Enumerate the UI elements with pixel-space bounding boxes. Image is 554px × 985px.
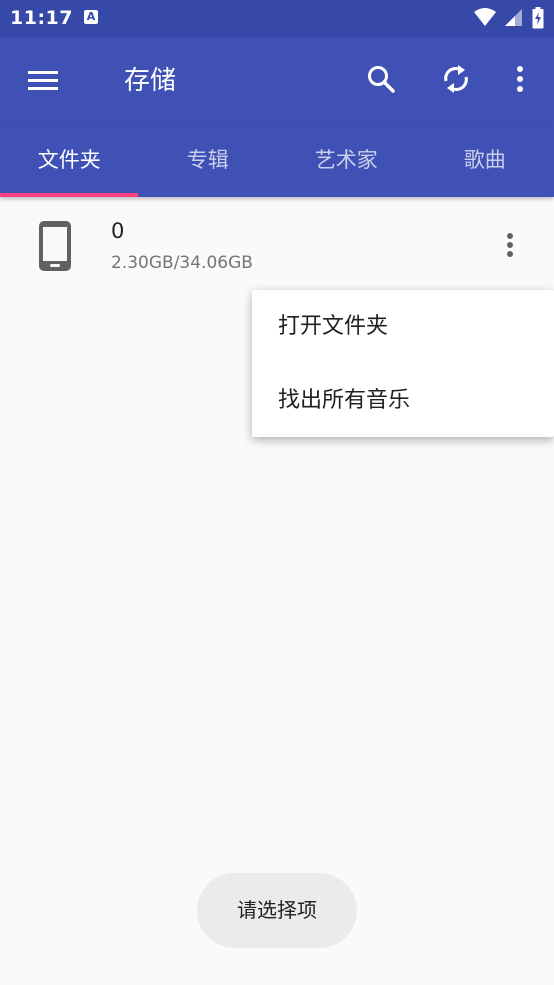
hamburger-menu-icon [28,71,58,90]
toast-message: 请选择项 [197,873,357,948]
popup-menu: 打开文件夹 找出所有音乐 [252,290,554,437]
menu-item-find-all-music[interactable]: 找出所有音乐 [252,364,554,438]
notification-icon: A [84,10,98,24]
refresh-button[interactable] [439,62,473,96]
menu-item-open-folder[interactable]: 打开文件夹 [252,290,554,364]
tab-artists[interactable]: 艺术家 [277,125,416,197]
page-title: 存储 [124,66,177,96]
battery-icon [532,7,544,29]
status-bar: 11:17 A [0,0,554,37]
storage-usage: 2.30GB/34.06GB [111,253,253,273]
storage-name: 0 [111,219,125,243]
item-more-button[interactable] [498,230,522,264]
tab-folders[interactable]: 文件夹 [0,125,139,197]
tab-albums[interactable]: 专辑 [139,125,278,197]
storage-list-item[interactable]: 0 2.30GB/34.06GB [0,197,554,297]
status-icons [470,7,544,29]
phone-icon [39,221,71,271]
search-icon [368,66,395,93]
sync-icon [444,65,468,93]
more-vert-icon [517,66,523,92]
signal-icon [504,9,522,26]
search-button[interactable] [364,62,398,96]
menu-button[interactable] [26,64,60,98]
wifi-icon [473,8,496,26]
more-vert-icon [507,233,513,257]
tab-bar: 文件夹 专辑 艺术家 歌曲 [0,125,554,197]
overflow-menu-button[interactable] [508,62,532,96]
app-bar: 存储 [0,37,554,125]
tab-songs[interactable]: 歌曲 [416,125,554,197]
status-time: 11:17 [10,7,73,29]
